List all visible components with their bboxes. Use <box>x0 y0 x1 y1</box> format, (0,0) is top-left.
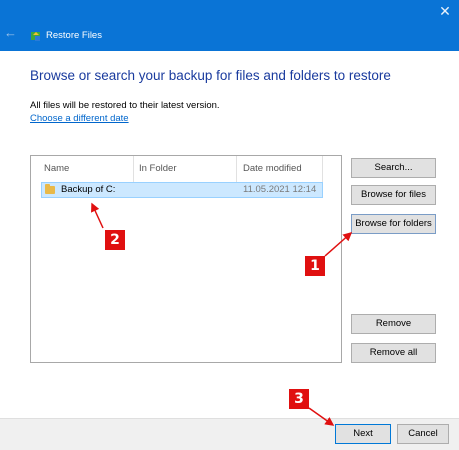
list-row-backup[interactable]: Backup of C: 11.05.2021 12:14 <box>41 182 323 198</box>
choose-date-link[interactable]: Choose a different date <box>30 113 129 124</box>
step-badge-3: 3 <box>289 389 309 409</box>
step-badge-1: 1 <box>305 256 325 276</box>
row-name: Backup of C: <box>61 184 116 195</box>
window-title: Restore Files <box>46 30 102 41</box>
list-header: Name In Folder Date modified <box>31 156 341 182</box>
column-header-name[interactable]: Name <box>31 156 134 182</box>
page-heading: Browse or search your backup for files a… <box>30 68 391 83</box>
step-badge-2: 2 <box>105 230 125 250</box>
restore-info-text: All files will be restored to their late… <box>30 100 220 111</box>
remove-button[interactable]: Remove <box>351 314 436 334</box>
back-arrow-icon[interactable]: ← <box>4 26 17 39</box>
folder-icon <box>45 184 55 194</box>
row-date-modified: 11.05.2021 12:14 <box>243 184 317 195</box>
next-button[interactable]: Next <box>335 424 391 444</box>
browse-files-button[interactable]: Browse for files <box>351 185 436 205</box>
column-header-date-modified[interactable]: Date modified <box>237 156 323 182</box>
title-bar: ← Restore Files ✕ <box>0 0 459 51</box>
file-list[interactable]: Name In Folder Date modified Backup of C… <box>30 155 342 363</box>
remove-all-button[interactable]: Remove all <box>351 343 436 363</box>
cancel-button[interactable]: Cancel <box>397 424 449 444</box>
search-button[interactable]: Search... <box>351 158 436 178</box>
column-header-in-folder[interactable]: In Folder <box>134 156 237 182</box>
close-icon[interactable]: ✕ <box>438 4 452 18</box>
backup-app-icon <box>30 30 42 42</box>
browse-folders-button[interactable]: Browse for folders <box>351 214 436 234</box>
